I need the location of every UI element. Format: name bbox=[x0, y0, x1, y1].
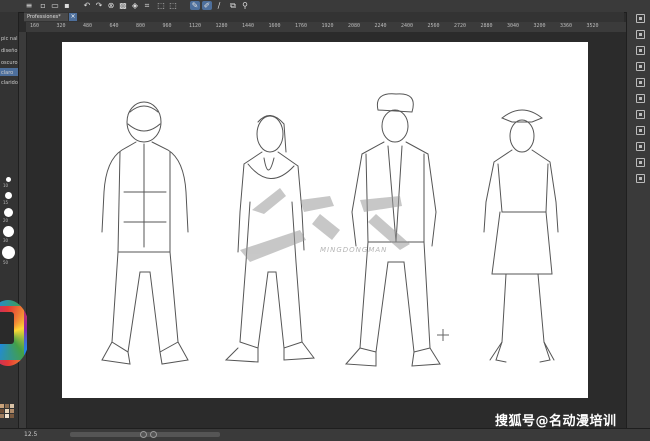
ruler-tick-label: 1760 bbox=[295, 23, 308, 29]
brush-size-dot[interactable] bbox=[6, 177, 11, 182]
brush-size-dot[interactable] bbox=[2, 246, 15, 259]
ruler-tick-label: 1920 bbox=[321, 23, 334, 29]
rotate-icon[interactable] bbox=[140, 431, 147, 438]
ruler-tick-label: 3040 bbox=[507, 23, 520, 29]
transform-icon[interactable]: ◈ bbox=[130, 1, 140, 10]
fill-icon[interactable]: ▩ bbox=[118, 1, 128, 10]
figure-officer bbox=[483, 109, 559, 363]
ruler-tick-label: 3360 bbox=[560, 23, 573, 29]
figure-firefighter bbox=[101, 101, 189, 365]
ruler-tick-label: 2560 bbox=[427, 23, 440, 29]
layer-icon[interactable] bbox=[636, 46, 645, 55]
new-file-icon[interactable]: ▫ bbox=[38, 1, 48, 10]
ruler-tick-label: 2080 bbox=[348, 23, 361, 29]
document-tab[interactable]: Professiones* bbox=[24, 13, 68, 21]
redo-icon[interactable]: ↷ bbox=[94, 1, 104, 10]
ruler-tick-label: 480 bbox=[83, 23, 93, 29]
flip-icon[interactable] bbox=[150, 431, 157, 438]
layer-icon[interactable] bbox=[636, 110, 645, 119]
pen-tool-icon[interactable]: ✎ bbox=[190, 1, 200, 10]
zoom-level[interactable]: 12.5 bbox=[24, 430, 37, 440]
brush-size-dot[interactable] bbox=[3, 226, 14, 237]
ruler-tick-label: 2240 bbox=[374, 23, 387, 29]
brush-size-label: 15 bbox=[3, 200, 9, 205]
right-side-panel bbox=[626, 12, 650, 440]
panel-toggle-icon[interactable] bbox=[636, 14, 645, 23]
figure-chef bbox=[344, 93, 441, 367]
brush-size-dot[interactable] bbox=[4, 208, 13, 217]
clear-icon[interactable]: ⊗ bbox=[106, 1, 116, 10]
color-swatches[interactable] bbox=[0, 404, 18, 428]
panel-item[interactable]: diseño bbox=[1, 48, 17, 54]
ruler-tick-label: 3520 bbox=[586, 23, 599, 29]
ruler-tick-label: 2720 bbox=[454, 23, 467, 29]
menu-icon[interactable]: ≡ bbox=[24, 1, 34, 10]
crop-icon[interactable]: ⌗ bbox=[142, 1, 152, 10]
ruler-tick-label: 640 bbox=[109, 23, 119, 29]
panel-item[interactable]: clarido bbox=[1, 80, 18, 86]
brush-size-dot[interactable] bbox=[5, 192, 12, 199]
ruler-tick-label: 800 bbox=[136, 23, 146, 29]
ruler-tick-label: 2400 bbox=[401, 23, 414, 29]
ruler-tick-label: 1440 bbox=[242, 23, 255, 29]
figure-nurse bbox=[224, 115, 315, 363]
drawing-paper[interactable] bbox=[62, 42, 588, 398]
copy-icon[interactable]: ⧉ bbox=[228, 1, 238, 10]
layer-icon[interactable] bbox=[636, 174, 645, 183]
brush-tool-icon[interactable]: ∕ bbox=[214, 1, 224, 10]
layer-icon[interactable] bbox=[636, 158, 645, 167]
ruler-tick-label: 1600 bbox=[268, 23, 281, 29]
zoom-icon[interactable]: ⚲ bbox=[240, 1, 250, 10]
panel-item[interactable]: oscuro bbox=[1, 60, 18, 66]
color-wheel-center bbox=[0, 312, 14, 344]
layer-icon[interactable] bbox=[636, 78, 645, 87]
layer-icon[interactable] bbox=[636, 62, 645, 71]
layer-icon[interactable] bbox=[636, 30, 645, 39]
open-folder-icon[interactable]: ▭ bbox=[50, 1, 60, 10]
brush-size-label: 10 bbox=[3, 183, 9, 188]
left-ruler bbox=[18, 32, 27, 428]
ruler-tick-label: 1280 bbox=[215, 23, 228, 29]
select-icon[interactable]: ⬚ bbox=[156, 1, 166, 10]
brush-size-label: 20 bbox=[3, 218, 9, 223]
ruler-tick-label: 2880 bbox=[480, 23, 493, 29]
ruler-tick-label: 1120 bbox=[189, 23, 202, 29]
sketch-drawing bbox=[101, 93, 559, 367]
ruler-tick-label: 960 bbox=[162, 23, 172, 29]
layer-icon[interactable] bbox=[636, 142, 645, 151]
document-tab-label: Professiones* bbox=[27, 14, 61, 20]
brush-size-label: 30 bbox=[3, 238, 9, 243]
undo-icon[interactable]: ↶ bbox=[82, 1, 92, 10]
save-icon[interactable]: ▪ bbox=[62, 1, 72, 10]
pencil-tool-icon[interactable]: ✐ bbox=[202, 1, 212, 10]
status-bar: 12.5 bbox=[0, 428, 650, 441]
ruler-tick-label: 3200 bbox=[533, 23, 546, 29]
deselect-icon[interactable]: ⬚ bbox=[168, 1, 178, 10]
crosshair-cursor-icon bbox=[437, 329, 449, 341]
document-tab-bar: Professiones* × bbox=[24, 12, 624, 22]
layer-icon[interactable] bbox=[636, 94, 645, 103]
brush-size-label: 50 bbox=[3, 260, 9, 265]
panel-item[interactable]: claro bbox=[1, 70, 13, 76]
close-tab-icon[interactable]: × bbox=[69, 13, 77, 21]
ruler-tick-label: 320 bbox=[56, 23, 66, 29]
ruler-tick-label: 160 bbox=[30, 23, 40, 29]
panel-item[interactable]: pic nal bbox=[1, 36, 18, 42]
layer-icon[interactable] bbox=[636, 126, 645, 135]
